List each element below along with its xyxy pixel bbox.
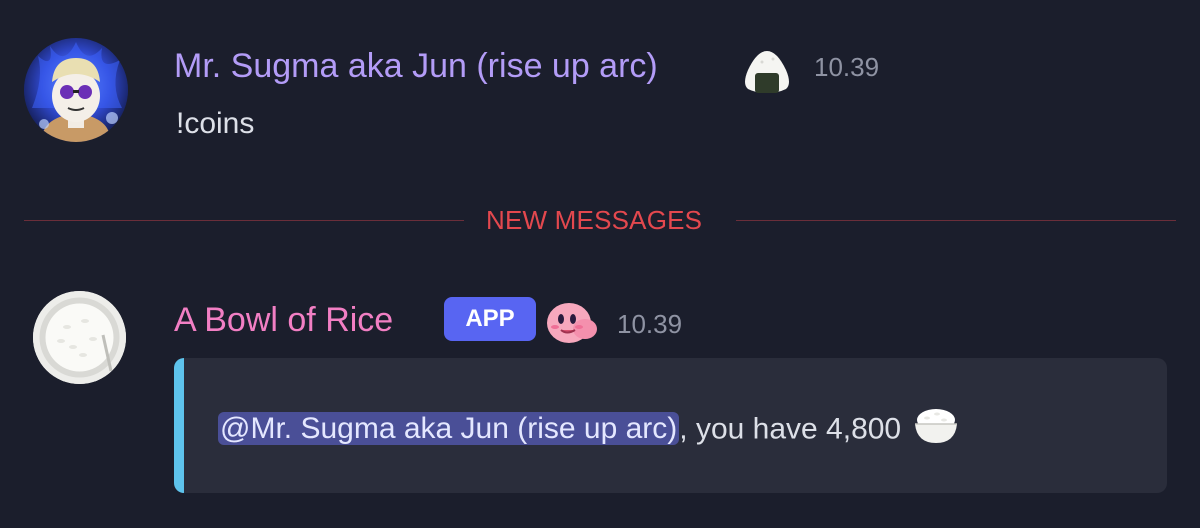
embed-description: @Mr. Sugma aka Jun (rise up arc), you ha… <box>218 405 959 456</box>
message-content: !coins <box>176 107 255 140</box>
user-mention[interactable]: @Mr. Sugma aka Jun (rise up arc) <box>218 412 680 446</box>
message-timestamp[interactable]: 10.39 <box>814 47 879 87</box>
app-badge: APP <box>444 297 536 341</box>
new-messages-divider-right <box>736 220 1176 221</box>
new-messages-divider-left <box>24 220 464 221</box>
avatar-image <box>24 38 128 142</box>
onigiri-icon <box>742 48 792 99</box>
rice-bowl-icon <box>913 405 959 456</box>
coins-text: , you have 4,800 <box>679 412 902 446</box>
embed-card: @Mr. Sugma aka Jun (rise up arc), you ha… <box>174 358 1167 493</box>
user-avatar-jun[interactable] <box>24 38 128 142</box>
message-1: Mr. Sugma aka Jun (rise up arc) 10.39 !c… <box>0 0 1200 190</box>
kirby-icon <box>543 297 599 352</box>
chat-view: Mr. Sugma aka Jun (rise up arc) 10.39 !c… <box>0 0 1200 528</box>
message-timestamp[interactable]: 10.39 <box>617 304 682 344</box>
new-messages-label: NEW MESSAGES <box>486 205 703 235</box>
username-jun[interactable]: Mr. Sugma aka Jun (rise up arc) <box>174 46 658 86</box>
avatar-image <box>33 291 126 384</box>
bot-avatar-rice[interactable] <box>33 291 126 384</box>
username-rice-bot[interactable]: A Bowl of Rice <box>174 300 393 340</box>
embed-accent-bar <box>174 358 184 493</box>
